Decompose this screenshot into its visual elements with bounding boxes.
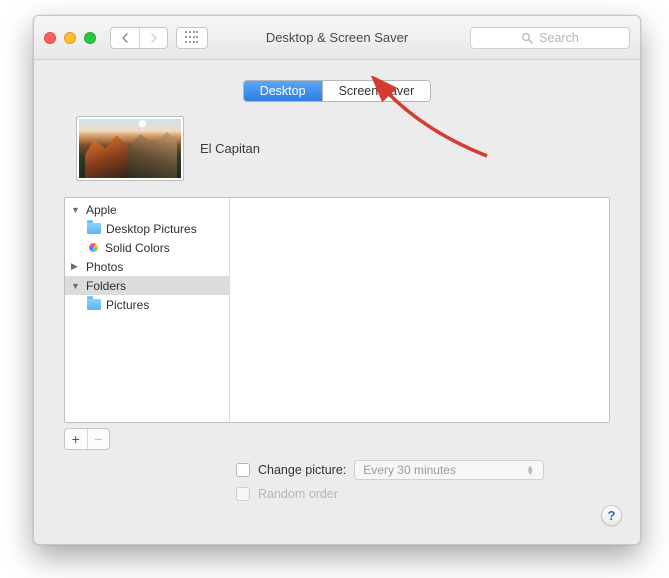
search-field[interactable]: Search [470, 27, 630, 49]
window-controls [44, 32, 96, 44]
help-button[interactable]: ? [601, 505, 622, 526]
sidebar-item-solid-colors[interactable]: Solid Colors [65, 238, 229, 257]
back-button[interactable] [111, 28, 139, 48]
sidebar-group-folders[interactable]: ▼ Folders [65, 276, 229, 295]
wallpaper-thumbnail[interactable] [76, 116, 184, 181]
folder-icon [87, 299, 101, 310]
select-value: Every 30 minutes [363, 463, 456, 477]
sidebar-label: Apple [86, 203, 117, 217]
sidebar-label: Solid Colors [105, 241, 170, 255]
picture-grid [230, 198, 609, 422]
add-remove-group: + − [64, 428, 110, 450]
thumbnail-image [79, 119, 181, 178]
add-folder-button[interactable]: + [65, 429, 87, 449]
grid-icon [185, 31, 199, 45]
sidebar-item-pictures[interactable]: Pictures [65, 295, 229, 314]
colorwheel-icon [87, 241, 100, 254]
titlebar: Desktop & Screen Saver Search [34, 16, 640, 60]
content-area: Desktop Screen Saver El Capitan ▼ Apple … [34, 60, 640, 522]
options-panel: Change picture: Every 30 minutes ▲▼ Rand… [64, 458, 610, 506]
source-sidebar: ▼ Apple Desktop Pictures Solid Colors ▶ … [65, 198, 230, 422]
source-split: ▼ Apple Desktop Pictures Solid Colors ▶ … [64, 197, 610, 423]
random-order-checkbox [236, 487, 250, 501]
show-all-button[interactable] [176, 27, 208, 49]
tab-bar: Desktop Screen Saver [56, 80, 618, 102]
disclosure-right-icon: ▶ [71, 261, 81, 272]
close-icon[interactable] [44, 32, 56, 44]
help-glyph: ? [608, 508, 616, 523]
tab-screen-saver[interactable]: Screen Saver [322, 81, 431, 101]
minimize-icon[interactable] [64, 32, 76, 44]
wallpaper-preview-row: El Capitan [76, 116, 610, 181]
tab-desktop[interactable]: Desktop [244, 81, 322, 101]
folder-icon [87, 223, 101, 234]
zoom-icon[interactable] [84, 32, 96, 44]
disclosure-down-icon: ▼ [71, 205, 81, 215]
forward-button[interactable] [139, 28, 167, 48]
nav-back-forward [110, 27, 168, 49]
wallpaper-name: El Capitan [200, 141, 260, 156]
remove-folder-button[interactable]: − [87, 429, 110, 449]
search-icon [521, 32, 533, 44]
change-picture-interval-select[interactable]: Every 30 minutes ▲▼ [354, 460, 544, 480]
change-picture-label: Change picture: [258, 463, 346, 477]
sidebar-item-desktop-pictures[interactable]: Desktop Pictures [65, 219, 229, 238]
preferences-window: Desktop & Screen Saver Search Desktop Sc… [33, 15, 641, 545]
disclosure-down-icon: ▼ [71, 281, 81, 291]
sidebar-label: Photos [86, 260, 123, 274]
sidebar-group-apple[interactable]: ▼ Apple [65, 200, 229, 219]
sidebar-group-photos[interactable]: ▶ Photos [65, 257, 229, 276]
random-order-label: Random order [258, 487, 338, 501]
change-picture-checkbox[interactable] [236, 463, 250, 477]
search-placeholder: Search [539, 31, 579, 45]
sidebar-toolbar: + − [64, 428, 610, 450]
stepper-icon: ▲▼ [525, 465, 535, 475]
sidebar-label: Pictures [106, 298, 149, 312]
sidebar-label: Folders [86, 279, 126, 293]
sidebar-label: Desktop Pictures [106, 222, 197, 236]
